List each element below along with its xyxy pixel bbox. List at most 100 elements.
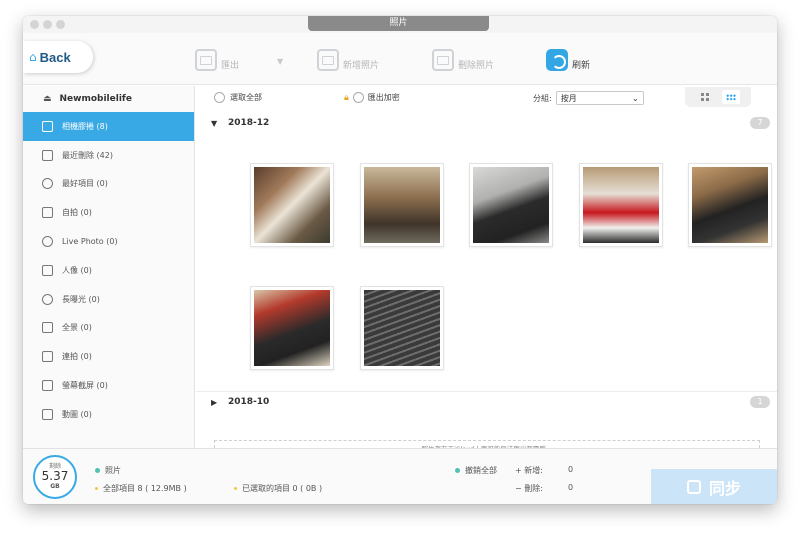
sidebar-item-label: 自拍 (0) <box>62 208 92 218</box>
large-grid-icon <box>701 93 709 101</box>
select-all-checkbox[interactable]: 選取全部 <box>214 92 262 103</box>
category-dot-icon <box>95 468 100 473</box>
expand-triangle-icon[interactable]: ▶ <box>211 398 217 407</box>
deleted-value: 0 <box>568 483 574 492</box>
zoom-window-button[interactable] <box>56 20 65 29</box>
add-photo-label: 新增照片 <box>343 60 380 71</box>
title-bar: 照片 <box>23 16 777 33</box>
heart-icon <box>42 178 53 190</box>
small-grid-icon <box>726 93 736 101</box>
checkbox-circle[interactable] <box>214 92 225 103</box>
sync-button[interactable]: 同步 <box>651 469 777 504</box>
view-toggle <box>685 87 751 107</box>
delete-photo-label: 刪除照片 <box>458 60 495 71</box>
undo-dot-icon <box>455 468 460 473</box>
long-exposure-icon <box>42 293 53 305</box>
close-window-button[interactable] <box>30 20 39 29</box>
refresh-button[interactable]: 刷新 <box>546 47 590 73</box>
large-grid-view-button[interactable] <box>696 90 714 104</box>
section-header-2018-12[interactable]: ▼ 2018-12 7 <box>196 113 777 133</box>
back-button[interactable]: ⌂ Back <box>23 41 93 73</box>
photo-thumbnail[interactable] <box>360 163 444 247</box>
device-name: Newmobilelife <box>59 94 132 104</box>
photo-thumbnail[interactable] <box>688 163 772 247</box>
photo-thumbnail[interactable] <box>250 286 334 370</box>
sidebar-item-label: 動圖 (0) <box>62 409 92 419</box>
group-by-select[interactable]: 按月 ⌄ <box>555 91 644 105</box>
sidebar-item-label: 全景 (0) <box>62 323 92 333</box>
photo-browser: 選取全部 🔒︎ 匯出加密 分組: 按月 ⌄ ▼ 2018-12 7 ▶ 2018… <box>196 86 777 458</box>
group-by-label: 分組: <box>533 93 552 103</box>
home-up-icon: ⌂ <box>29 50 37 64</box>
sidebar-item-label: 相機膠捲 (8) <box>62 121 108 131</box>
sidebar-item-label: 連拍 (0) <box>62 352 92 362</box>
small-grid-view-button[interactable] <box>722 90 740 104</box>
burst-icon <box>42 351 53 363</box>
undo-all-button[interactable]: 撤銷全部 <box>455 465 497 476</box>
sidebar-item-camera-roll[interactable]: 相機膠捲 (8) <box>23 112 194 141</box>
sidebar-item-live-photo[interactable]: Live Photo (0) <box>23 227 194 256</box>
export-encrypt-label: 匯出加密 <box>367 93 400 102</box>
delete-photo-button[interactable]: 刪除照片 <box>432 47 494 73</box>
device-row[interactable]: ⏏ Newmobilelife <box>23 86 194 112</box>
sidebar-item-long-exposure[interactable]: 長曝光 (0) <box>23 285 194 314</box>
animated-icon <box>42 408 53 420</box>
browser-header: 選取全部 🔒︎ 匯出加密 分組: 按月 ⌄ <box>196 86 777 110</box>
add-photo-button[interactable]: 新增照片 <box>317 47 379 73</box>
export-dropdown-caret-icon[interactable]: ▼ <box>277 57 283 66</box>
screenshot-icon <box>42 380 53 392</box>
export-button[interactable]: 匯出 <box>195 47 239 73</box>
storage-gauge: 剩餘 5.37 GB <box>33 455 77 499</box>
photo-thumbnail[interactable] <box>579 163 663 247</box>
photo-thumbnail[interactable] <box>250 163 334 247</box>
sync-icon <box>686 480 701 494</box>
live-photo-icon <box>42 236 53 248</box>
photo-image <box>254 167 330 243</box>
group-by-value: 按月 <box>560 93 577 103</box>
selfie-icon <box>42 207 53 219</box>
panorama-icon <box>42 322 53 334</box>
trash-icon <box>42 149 53 161</box>
sidebar-item-label: 長曝光 (0) <box>62 294 100 304</box>
sidebar-item-recently-deleted[interactable]: 最近刪除 (42) <box>23 141 194 170</box>
photo-thumbnail[interactable] <box>469 163 553 247</box>
sidebar-item-label: Live Photo (0) <box>62 237 118 247</box>
sidebar-item-screenshots[interactable]: 螢幕截屏 (0) <box>23 371 194 400</box>
sidebar-item-label: 螢幕截屏 (0) <box>62 381 108 391</box>
add-photo-icon <box>317 49 339 71</box>
chevron-down-icon: ⌄ <box>632 93 639 103</box>
app-window: 照片 ⌂ Back 匯出 ▼ 新增照片 刪除照片 刷新 ⏏ Newmobilel… <box>23 16 777 504</box>
sidebar-item-animated[interactable]: 動圖 (0) <box>23 400 194 429</box>
sidebar-item-burst[interactable]: 連拍 (0) <box>23 342 194 371</box>
sidebar-item-selfies[interactable]: 自拍 (0) <box>23 198 194 227</box>
collapse-triangle-icon[interactable]: ▼ <box>211 119 217 128</box>
select-all-label: 選取全部 <box>230 93 262 102</box>
section-header-2018-10[interactable]: ▶ 2018-10 1 <box>196 392 777 412</box>
total-items-label: 全部項目 8 ( 12.9MB ) <box>103 484 187 493</box>
portrait-cube-icon <box>42 264 53 276</box>
checkbox-circle[interactable] <box>352 92 364 103</box>
sidebar-item-panorama[interactable]: 全景 (0) <box>23 314 194 343</box>
lock-icon: 🔒︎ <box>344 92 349 103</box>
photo-thumbnail[interactable] <box>360 286 444 370</box>
category-label: 照片 <box>105 466 121 475</box>
added-label: + 新增: <box>515 466 543 475</box>
export-label: 匯出 <box>221 60 240 71</box>
sidebar: ⏏ Newmobilelife 相機膠捲 (8) 最近刪除 (42) 最好項目 … <box>23 86 195 448</box>
photo-image <box>583 167 659 243</box>
minimize-window-button[interactable] <box>43 20 52 29</box>
photo-image <box>364 290 440 366</box>
sidebar-item-favorites[interactable]: 最好項目 (0) <box>23 170 194 199</box>
sidebar-item-label: 最好項目 (0) <box>62 179 108 189</box>
undo-all-label: 撤銷全部 <box>465 466 497 475</box>
refresh-icon <box>546 49 568 71</box>
total-items: 全部項目 8 ( 12.9MB ) <box>95 483 187 494</box>
eject-icon[interactable]: ⏏ <box>43 94 52 104</box>
back-label: Back <box>39 49 71 65</box>
refresh-label: 刷新 <box>572 60 591 71</box>
sidebar-item-portrait[interactable]: 人像 (0) <box>23 256 194 285</box>
export-encrypt-checkbox[interactable]: 🔒︎ 匯出加密 <box>344 92 400 103</box>
window-title: 照片 <box>308 16 489 31</box>
deleted-label: − 刪除: <box>515 484 543 493</box>
selected-dot-icon <box>234 487 237 490</box>
